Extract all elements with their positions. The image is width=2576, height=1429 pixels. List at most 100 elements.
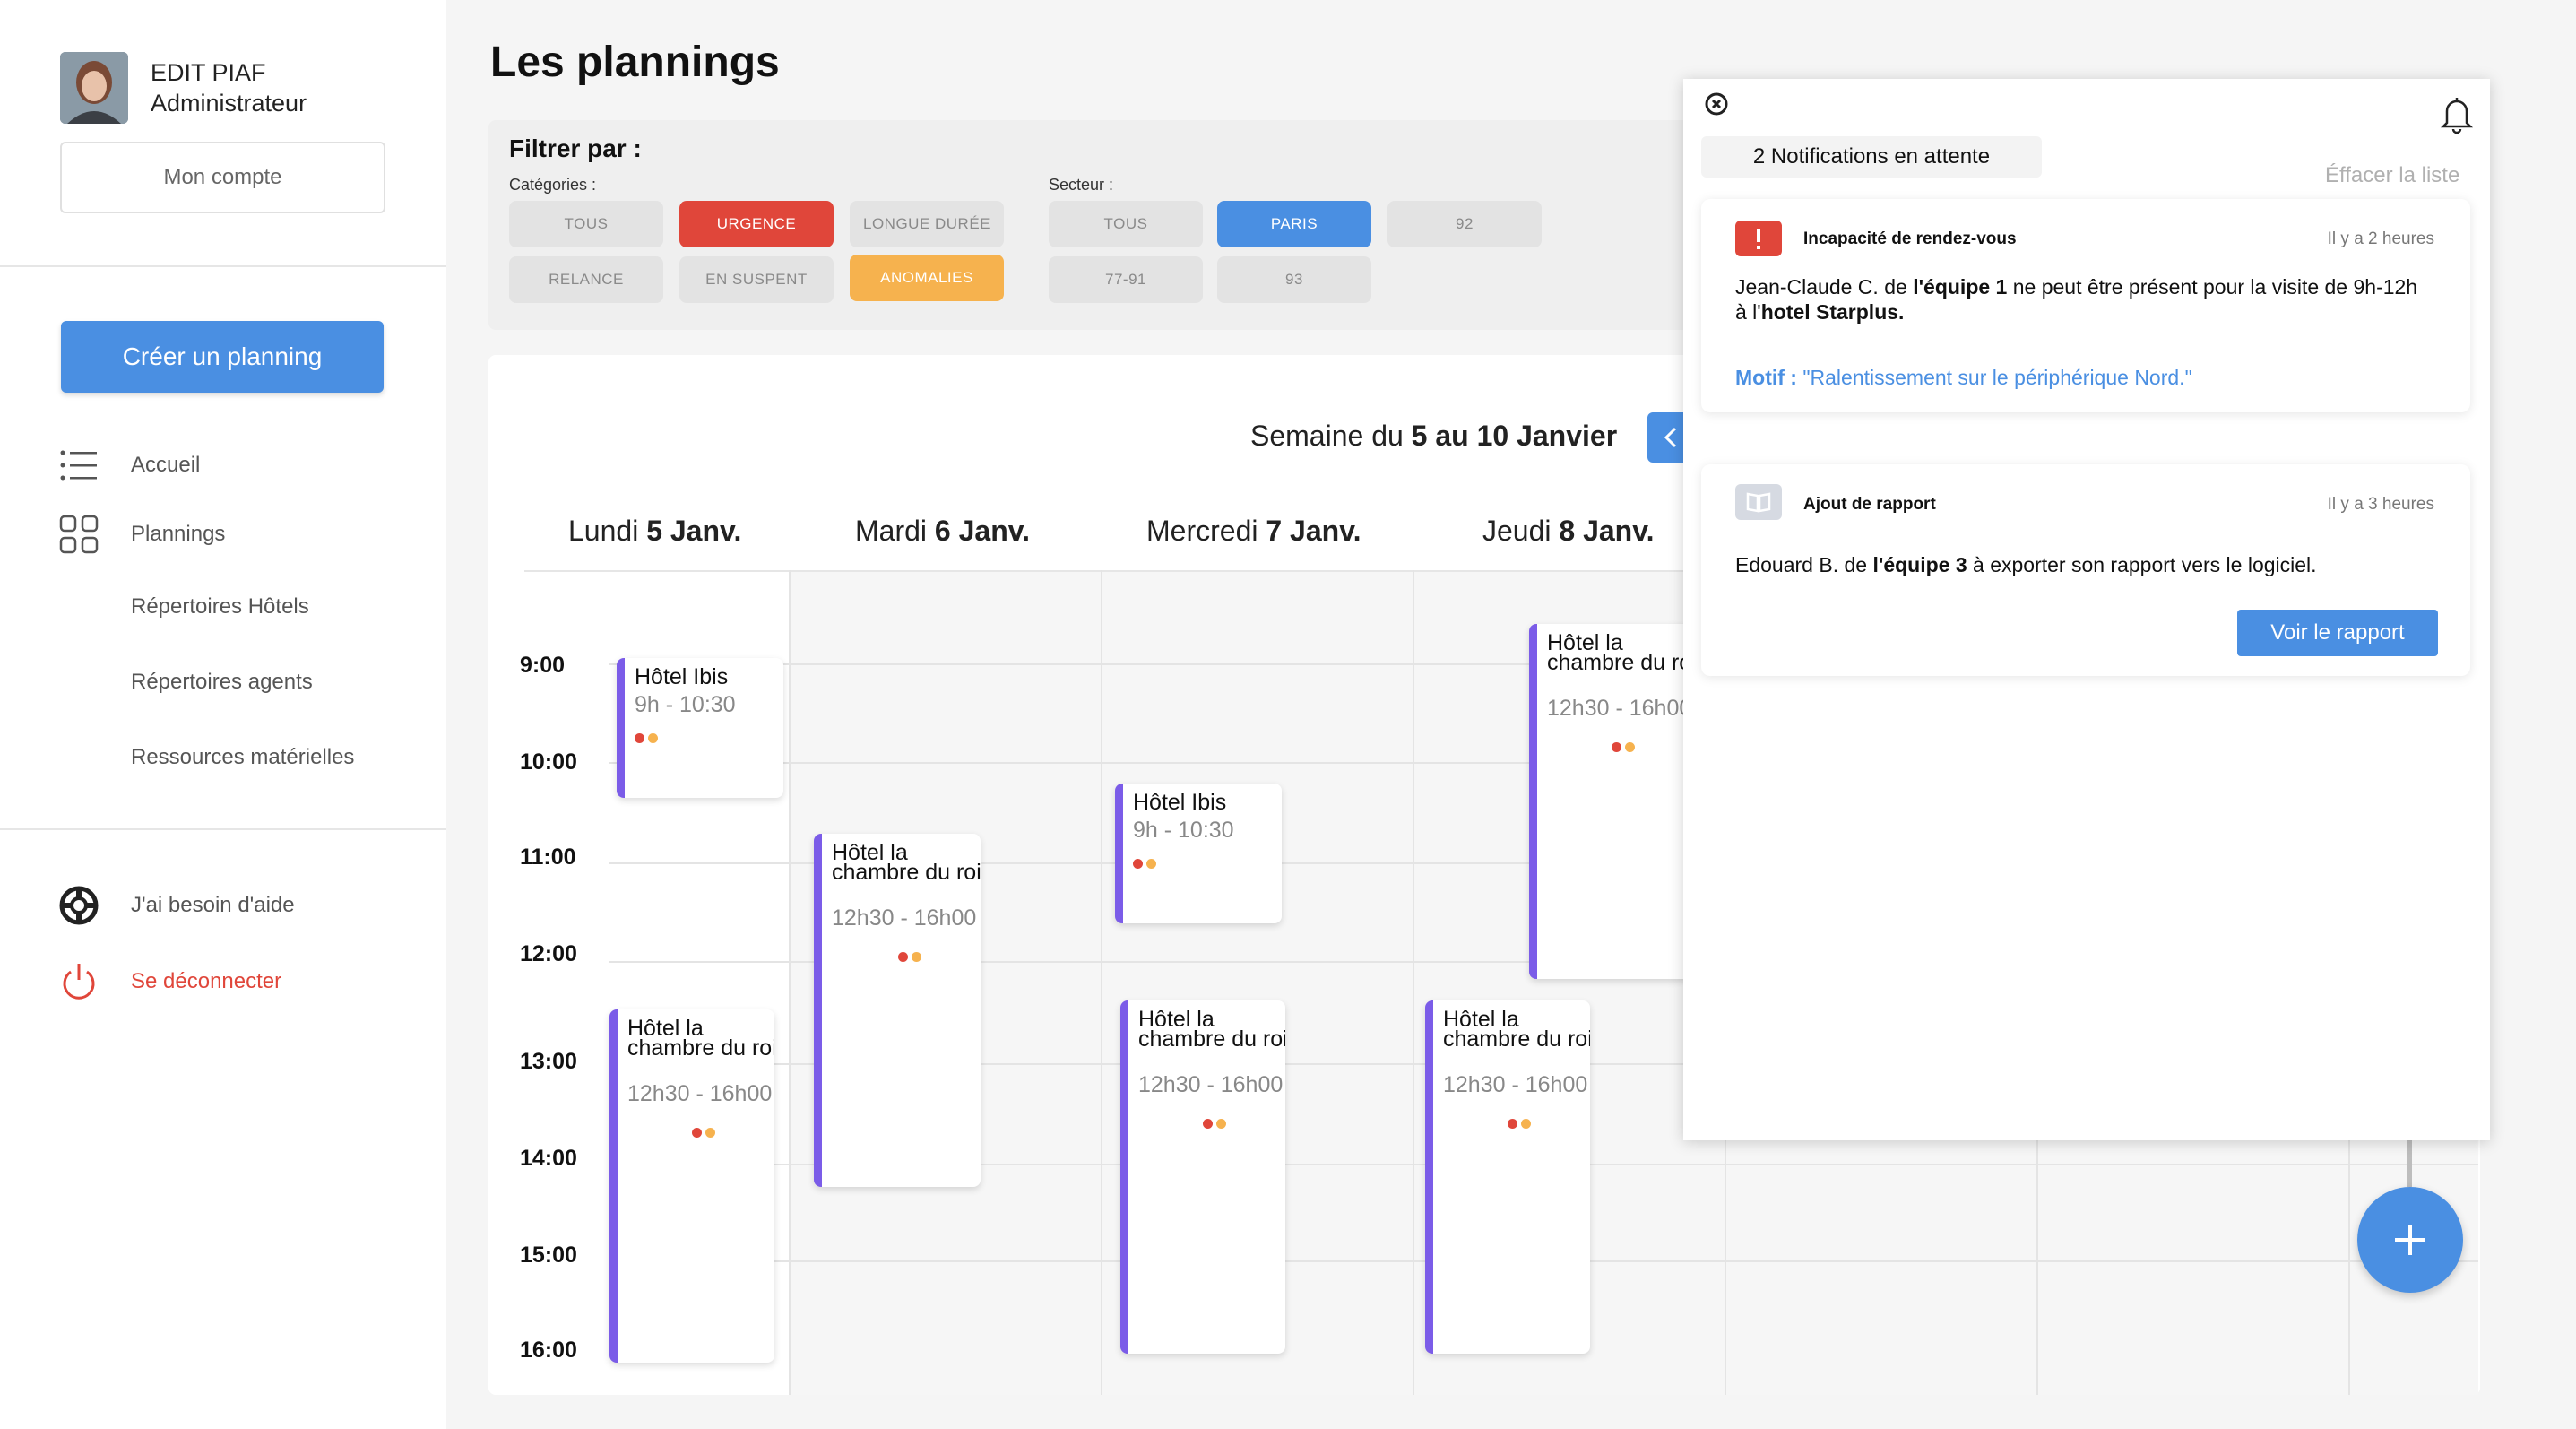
add-button[interactable] — [2357, 1187, 2463, 1293]
day-name: Jeudi — [1482, 515, 1560, 547]
nav-label-ressources: Ressources matérielles — [131, 745, 355, 769]
close-notifications-button[interactable] — [1705, 92, 1728, 116]
time-label: 16:00 — [520, 1338, 577, 1363]
event-card[interactable]: Hôtel la chambre du roi 12h30 - 16h00 — [609, 1009, 774, 1363]
book-icon — [1735, 484, 1782, 520]
nav-label-plannings: Plannings — [131, 522, 226, 546]
nav-item-ressources[interactable]: Ressources matérielles — [0, 735, 446, 780]
event-card[interactable]: Hôtel la chambre du roi 12h30 - 16h00 — [1425, 1000, 1590, 1354]
help-link[interactable]: J'ai besoin d'aide — [0, 883, 446, 928]
chip-sector-tous[interactable]: TOUS — [1049, 201, 1203, 247]
nav-item-repertoires-hotels[interactable]: Répertoires Hôtels — [0, 585, 446, 629]
nav-label-accueil: Accueil — [131, 453, 201, 477]
notification-body: Jean-Claude C. de l'équipe 1 ne peut êtr… — [1735, 274, 2434, 325]
event-time: 12h30 - 16h00 — [627, 1081, 773, 1106]
nav-label-repertoires-hotels: Répertoires Hôtels — [131, 594, 309, 619]
motif-value: "Ralentissement sur le périphérique Nord… — [1802, 366, 2192, 389]
plus-icon — [2395, 1225, 2425, 1255]
day-date: 7 Janv. — [1266, 515, 1361, 547]
create-planning-button[interactable]: Créer un planning — [61, 321, 384, 393]
notifications-count: 2 Notifications en attente — [1701, 136, 2042, 178]
help-label: J'ai besoin d'aide — [131, 893, 295, 917]
bell-button[interactable] — [2440, 93, 2474, 134]
nav-item-accueil[interactable]: Accueil — [0, 443, 446, 488]
event-time: 12h30 - 16h00 — [1547, 696, 1692, 721]
chip-category-tous[interactable]: TOUS — [509, 201, 663, 247]
logout-link[interactable]: Se déconnecter — [0, 959, 446, 1004]
grid-line — [1101, 570, 1102, 1395]
lifebuoy-icon — [59, 886, 99, 925]
event-card[interactable]: Hôtel la chambre du roi 12h30 - 16h00 — [1120, 1000, 1285, 1354]
chip-category-longue-duree[interactable]: LONGUE DURÉE — [850, 201, 1004, 247]
user-role: Administrateur — [151, 90, 307, 117]
chip-category-anomalies[interactable]: ANOMALIES — [850, 255, 1004, 301]
chip-sector-paris[interactable]: PARIS — [1217, 201, 1371, 247]
week-prefix: Semaine du — [1250, 420, 1412, 452]
power-icon — [63, 964, 95, 1000]
chip-sector-92[interactable]: 92 — [1387, 201, 1542, 247]
divider — [0, 265, 446, 267]
list-icon — [60, 450, 97, 481]
event-title: Hôtel Ibis — [635, 664, 729, 689]
grid-icon — [59, 515, 99, 554]
week-range: 5 au 10 Janvier — [1411, 420, 1618, 452]
chip-category-urgence[interactable]: URGENCE — [679, 201, 834, 247]
day-date: 6 Janv. — [934, 515, 1031, 547]
day-header-jeudi: Jeudi 8 Janv. — [1482, 515, 1655, 548]
team-name: l'équipe 3 — [1872, 553, 1967, 576]
event-status-dots — [1203, 1117, 1230, 1129]
chip-sector-93[interactable]: 93 — [1217, 256, 1371, 303]
event-status-dots — [898, 950, 925, 962]
event-time: 12h30 - 16h00 — [1443, 1072, 1588, 1097]
notification-time: Il y a 3 heures — [2327, 495, 2434, 514]
event-title: Hôtel la chambre du roi — [627, 1016, 774, 1061]
nav-item-plannings[interactable]: Plannings — [0, 512, 446, 557]
page-title: Les plannings — [490, 39, 780, 86]
clear-list-button[interactable]: Éffacer la liste — [2325, 163, 2459, 188]
time-label: 10:00 — [520, 749, 577, 775]
chip-category-relance[interactable]: RELANCE — [509, 256, 663, 303]
notification-body: Edouard B. de l'équipe 3 à exporter son … — [1735, 552, 2434, 577]
account-button[interactable]: Mon compte — [60, 142, 385, 213]
day-name: Lundi — [568, 515, 647, 547]
time-label: 14:00 — [520, 1146, 577, 1171]
sector-label: Secteur : — [1049, 176, 1114, 194]
event-status-dots — [635, 732, 661, 743]
body-text: à exporter son rapport vers le logiciel. — [1967, 553, 2317, 576]
event-card[interactable]: Hôtel la chambre du roi 12h30 - 16h00 — [1529, 624, 1696, 979]
motif-label: Motif : — [1735, 366, 1803, 389]
divider — [0, 828, 446, 830]
event-card[interactable]: Hôtel Ibis 9h - 10:30 — [1115, 784, 1282, 923]
time-label: 13:00 — [520, 1049, 577, 1074]
avatar[interactable] — [60, 52, 128, 124]
fab-connector — [2407, 1137, 2412, 1187]
event-time: 9h - 10:30 — [635, 692, 736, 717]
notification-time: Il y a 2 heures — [2327, 230, 2434, 248]
event-title: Hôtel la chambre du roi — [1138, 1007, 1285, 1052]
day-name: Mercredi — [1146, 515, 1266, 547]
day-name: Mardi — [855, 515, 935, 547]
grid-line — [789, 570, 791, 1395]
event-title: Hôtel Ibis — [1133, 790, 1227, 815]
grid-line — [1413, 570, 1414, 1395]
body-text: Jean-Claude C. de — [1735, 275, 1914, 299]
team-name: l'équipe 1 — [1913, 275, 2008, 299]
chip-sector-77-91[interactable]: 77-91 — [1049, 256, 1203, 303]
bell-icon — [2440, 98, 2474, 134]
notification-type: Ajout de rapport — [1803, 495, 1936, 514]
event-card[interactable]: Hôtel la chambre du roi 12h30 - 16h00 — [814, 834, 981, 1187]
sidebar: EDIT PIAF Administrateur Mon compte Crée… — [0, 0, 446, 1429]
event-card[interactable]: Hôtel Ibis 9h - 10:30 — [617, 658, 783, 798]
chip-category-en-suspent[interactable]: EN SUSPENT — [679, 256, 834, 303]
event-title: Hôtel la chambre du roi — [1443, 1007, 1590, 1052]
event-time: 12h30 - 16h00 — [832, 905, 977, 931]
filter-title: Filtrer par : — [509, 134, 642, 162]
event-time: 12h30 - 16h00 — [1138, 1072, 1284, 1097]
notification-motif: Motif : "Ralentissement sur le périphéri… — [1735, 366, 2192, 390]
event-status-dots — [1508, 1117, 1534, 1129]
time-label: 12:00 — [520, 941, 577, 966]
event-status-dots — [1612, 740, 1638, 752]
nav-item-repertoires-agents[interactable]: Répertoires agents — [0, 660, 446, 705]
week-label: Semaine du 5 au 10 Janvier — [1250, 420, 1617, 453]
view-report-button[interactable]: Voir le rapport — [2237, 610, 2438, 656]
